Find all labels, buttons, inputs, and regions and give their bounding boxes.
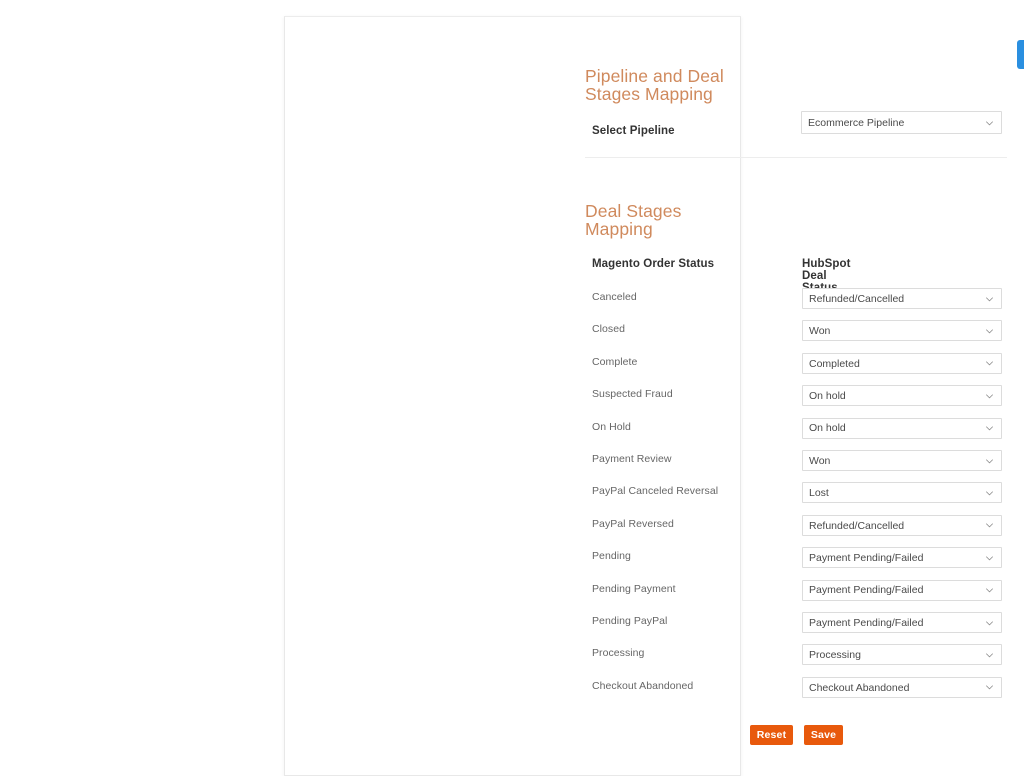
hubspot-deal-status-select[interactable]: Refunded/Cancelled (802, 288, 1002, 309)
magento-order-status-label: Checkout Abandoned (592, 679, 694, 692)
table-row: Canceled Refunded/Cancelled (285, 288, 1002, 320)
hubspot-deal-status-select[interactable]: Payment Pending/Failed (802, 612, 1002, 633)
magento-order-status-label: Complete (592, 355, 638, 368)
reset-button[interactable]: Reset (750, 725, 793, 745)
table-row: Suspected Fraud On hold (285, 385, 1002, 417)
chevron-down-icon (985, 488, 994, 497)
pipeline-select[interactable]: Ecommerce Pipeline (801, 111, 1002, 134)
chevron-down-icon (985, 326, 994, 335)
magento-order-status-label: Closed (592, 323, 625, 336)
magento-order-status-label: Processing (592, 647, 645, 660)
hubspot-deal-status-value: Lost (809, 487, 829, 500)
table-row: On Hold On hold (285, 417, 1002, 450)
section-divider (585, 157, 1007, 158)
hubspot-deal-status-select[interactable]: Lost (802, 482, 1002, 504)
table-row: Processing Processing (285, 644, 1002, 676)
magento-order-status-label: PayPal Canceled Reversal (592, 485, 719, 498)
table-row: PayPal Canceled Reversal Lost (285, 482, 1002, 514)
chevron-down-icon (985, 553, 994, 562)
chevron-down-icon (985, 586, 994, 595)
magento-order-status-label: Pending Payment (592, 582, 676, 595)
hubspot-deal-status-value: Checkout Abandoned (809, 681, 910, 694)
chevron-down-icon (985, 521, 994, 530)
chevron-down-icon (985, 683, 994, 692)
hubspot-deal-status-select[interactable]: Processing (802, 644, 1002, 666)
magento-order-status-label: PayPal Reversed (592, 517, 674, 530)
pipeline-select-value: Ecommerce Pipeline (808, 116, 905, 129)
hubspot-deal-status-value: Completed (809, 357, 860, 370)
table-row: Closed Won (285, 320, 1002, 352)
chevron-down-icon (985, 359, 994, 368)
magento-order-status-label: Pending PayPal (592, 615, 668, 627)
hubspot-deal-status-value: Payment Pending/Failed (809, 551, 924, 564)
chevron-down-icon (985, 456, 994, 465)
table-row: Complete Completed (285, 352, 1002, 385)
table-row: Pending PayPal Payment Pending/Failed (285, 612, 1002, 644)
table-row: Checkout Abandoned Checkout Abandoned (285, 676, 1002, 709)
chevron-down-icon (985, 118, 994, 127)
hubspot-deal-status-value: Processing (809, 649, 861, 662)
magento-order-status-label: On Hold (592, 420, 631, 433)
chevron-down-icon (985, 618, 994, 627)
magento-order-status-label: Payment Review (592, 453, 672, 465)
magento-order-status-label: Canceled (592, 291, 637, 303)
hubspot-deal-status-select[interactable]: Checkout Abandoned (802, 676, 1002, 698)
hubspot-deal-status-value: On hold (809, 389, 846, 402)
hubspot-deal-status-select[interactable]: Payment Pending/Failed (802, 547, 1002, 569)
settings-card: Pipeline and Deal Stages Mapping Select … (284, 16, 1007, 776)
table-row: Pending Payment Payment Pending/Failed (285, 579, 1002, 612)
hubspot-deal-status-value: Refunded/Cancelled (809, 292, 905, 305)
hubspot-deal-status-select[interactable]: Refunded/Cancelled (802, 514, 1002, 536)
table-row: PayPal Reversed Refunded/Cancelled (285, 514, 1002, 547)
hubspot-deal-status-select[interactable]: On hold (802, 385, 1002, 407)
hubspot-deal-status-value: Won (809, 454, 831, 467)
select-pipeline-label: Select Pipeline (592, 125, 675, 137)
magento-order-status-label: Suspected Fraud (592, 388, 673, 401)
edge-feedback-tab[interactable] (1017, 40, 1024, 69)
chevron-down-icon (985, 650, 994, 659)
hubspot-deal-status-value: Payment Pending/Failed (809, 616, 924, 629)
hubspot-deal-status-value: On hold (809, 422, 846, 435)
save-button[interactable]: Save (804, 725, 843, 745)
deal-stages-mapping-title: Deal Stages Mapping (585, 201, 682, 239)
hubspot-deal-status-value: Refunded/Cancelled (809, 519, 905, 532)
column-header-magento-order-status: Magento Order Status (592, 258, 715, 270)
hubspot-deal-status-select[interactable]: Payment Pending/Failed (802, 579, 1002, 601)
hubspot-deal-status-select[interactable]: Won (802, 450, 1002, 471)
chevron-down-icon (985, 424, 994, 433)
hubspot-deal-status-value: Payment Pending/Failed (809, 584, 924, 597)
hubspot-deal-status-select[interactable]: Completed (802, 352, 1002, 374)
table-row: Pending Payment Pending/Failed (285, 547, 1002, 579)
hubspot-deal-status-value: Won (809, 325, 831, 338)
table-row: Payment Review Won (285, 450, 1002, 482)
hubspot-deal-status-select[interactable]: Won (802, 320, 1002, 342)
page-title: Pipeline and Deal Stages Mapping (585, 66, 724, 104)
magento-order-status-label: Pending (592, 550, 631, 563)
chevron-down-icon (985, 391, 994, 400)
chevron-down-icon (985, 294, 994, 303)
hubspot-deal-status-select[interactable]: On hold (802, 417, 1002, 439)
